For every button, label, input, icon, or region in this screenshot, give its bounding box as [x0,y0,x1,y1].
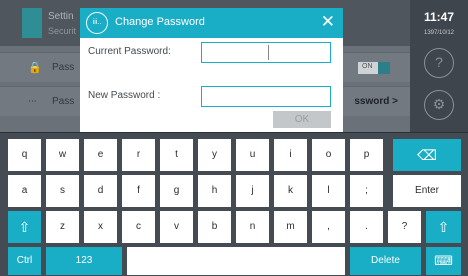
close-icon[interactable]: ✕ [321,12,335,32]
header-title: Settin [48,11,74,22]
sidebar: 11:47 1397/10/12 ? ⚙ [410,0,468,132]
key-z[interactable]: z [46,211,79,243]
current-password-input[interactable] [201,42,331,63]
key-h[interactable]: h [198,175,231,207]
key-f[interactable]: f [122,175,155,207]
ctrl-button[interactable]: Ctrl [8,247,41,275]
help-icon[interactable]: ? [424,48,454,78]
header-accent [22,8,42,38]
key-l[interactable]: l [312,175,345,207]
row-label: Pass [52,62,75,73]
space-bar[interactable] [127,247,345,275]
change-password-dialog: iii.. Change Password ✕ Current Password… [80,8,343,132]
gear-icon[interactable]: ⚙ [424,90,454,120]
new-password-input[interactable] [201,86,331,107]
row-label: Pass [52,96,75,107]
on-screen-keyboard: q w e r t y u i o p ⌫ a s d f g h j k l … [0,132,468,276]
dialog-title-bar: iii.. Change Password ✕ [80,8,343,38]
current-password-label: Current Password: [88,46,171,57]
key-a[interactable]: a [8,175,41,207]
key-x[interactable]: x [84,211,117,243]
key-w[interactable]: w [46,139,79,171]
shift-right-icon[interactable]: ⇧ [426,211,461,243]
numbers-button[interactable]: 123 [46,247,122,275]
key-q[interactable]: q [8,139,41,171]
ok-button[interactable]: OK [273,111,331,128]
key-question[interactable]: ? [388,211,421,243]
hide-keyboard-icon[interactable]: ⌨ [426,247,461,275]
row-value: ssword > [354,96,398,107]
key-period[interactable]: . [350,211,383,243]
key-m[interactable]: m [274,211,307,243]
key-s[interactable]: s [46,175,79,207]
key-r[interactable]: r [122,139,155,171]
key-c[interactable]: c [122,211,155,243]
delete-button[interactable]: Delete [350,247,421,275]
key-y[interactable]: y [198,139,231,171]
key-p[interactable]: p [350,139,383,171]
key-comma[interactable]: , [312,211,345,243]
key-o[interactable]: o [312,139,345,171]
key-e[interactable]: e [84,139,117,171]
logo-icon: iii.. [86,12,108,34]
header-subtitle: Securit [48,26,77,36]
key-semicolon[interactable]: ; [350,175,383,207]
key-g[interactable]: g [160,175,193,207]
key-v[interactable]: v [160,211,193,243]
key-i[interactable]: i [274,139,307,171]
clock-date: 1397/10/12 [423,30,455,36]
password-dots-icon: ᐧᐧᐧ [28,96,37,108]
shift-left-icon[interactable]: ⇧ [8,211,41,243]
key-k[interactable]: k [274,175,307,207]
key-n[interactable]: n [236,211,269,243]
screen: Settin Securit 🔒 Pass ON ᐧᐧᐧ Pass ssword… [0,0,468,276]
toggle-label: ON [362,63,373,70]
dialog-title: Change Password [115,16,205,28]
clock-time: 11:47 [423,10,455,24]
key-j[interactable]: j [236,175,269,207]
password-toggle[interactable]: ON [358,62,390,74]
new-password-label: New Password : [88,90,161,101]
text-caret [268,45,269,60]
enter-button[interactable]: Enter [393,175,461,207]
key-d[interactable]: d [84,175,117,207]
key-b[interactable]: b [198,211,231,243]
backspace-icon[interactable]: ⌫ [393,139,461,171]
toggle-knob [378,62,390,74]
key-u[interactable]: u [236,139,269,171]
lock-icon: 🔒 [28,62,42,74]
key-t[interactable]: t [160,139,193,171]
